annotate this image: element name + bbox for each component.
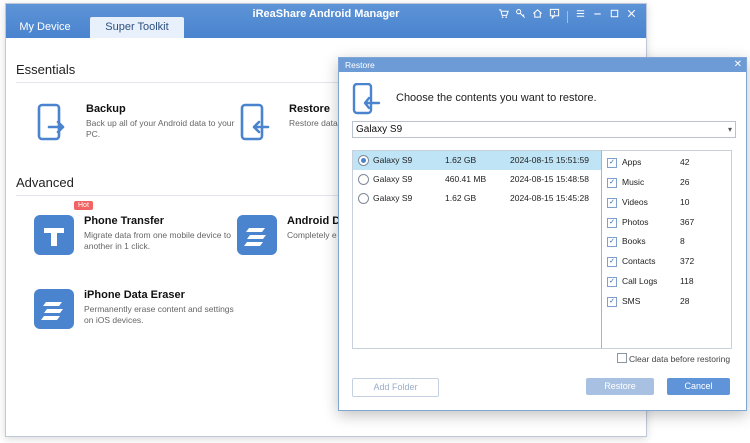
category-label: Apps xyxy=(622,157,642,167)
category-row[interactable]: ✓ Photos 367 xyxy=(602,212,731,232)
maximize-icon[interactable] xyxy=(606,8,623,25)
feedback-icon[interactable] xyxy=(546,8,563,25)
phone-transfer-desc: Migrate data from one mobile device to a… xyxy=(84,230,231,251)
iphone-data-eraser-desc: Permanently erase content and settings o… xyxy=(84,304,234,325)
backup-icon xyxy=(36,103,74,143)
phone-transfer-tool[interactable]: Hot Phone Transfer Migrate data from one… xyxy=(34,201,234,275)
category-row[interactable]: ✓ Apps 42 xyxy=(602,152,731,172)
backup-date: 2024-08-15 15:48:58 xyxy=(510,174,589,184)
dialog-title: Restore xyxy=(339,58,746,72)
category-checkbox[interactable]: ✓ xyxy=(607,218,617,228)
backup-radio[interactable] xyxy=(358,155,369,166)
backup-row[interactable]: Galaxy S9 1.62 GB 2024-08-15 15:45:28 xyxy=(353,189,602,208)
category-row[interactable]: ✓ Contacts 372 xyxy=(602,251,731,271)
backup-title: Backup xyxy=(86,103,126,115)
category-count: 118 xyxy=(680,276,694,286)
tab-super-toolkit[interactable]: Super Toolkit xyxy=(90,17,184,38)
category-count: 367 xyxy=(680,217,695,227)
clear-data-checkbox[interactable] xyxy=(617,353,627,363)
backup-row[interactable]: Galaxy S9 1.62 GB 2024-08-15 15:51:59 xyxy=(353,151,602,170)
backup-date: 2024-08-15 15:51:59 xyxy=(510,155,589,165)
backup-row[interactable]: Galaxy S9 460.41 MB 2024-08-15 15:48:58 xyxy=(353,170,602,189)
title-separator xyxy=(567,11,568,23)
backup-device: Galaxy S9 xyxy=(373,193,413,203)
backup-list: Galaxy S9 1.62 GB 2024-08-15 15:51:59 Ga… xyxy=(352,150,603,349)
iphone-data-eraser-title: iPhone Data Eraser xyxy=(84,289,185,301)
category-checkbox[interactable]: ✓ xyxy=(607,277,617,287)
tab-my-device[interactable]: My Device xyxy=(6,17,84,38)
category-row[interactable]: ✓ Call Logs 118 xyxy=(602,271,731,291)
category-count: 28 xyxy=(680,296,690,306)
phone-transfer-icon xyxy=(34,215,74,255)
backup-device: Galaxy S9 xyxy=(373,174,413,184)
backup-device: Galaxy S9 xyxy=(373,155,413,165)
category-row[interactable]: ✓ Books 8 xyxy=(602,231,731,251)
backup-size: 1.62 GB xyxy=(445,193,477,203)
category-count: 42 xyxy=(680,157,690,167)
restore-icon xyxy=(239,103,277,143)
backup-size: 460.41 MB xyxy=(445,174,487,184)
backup-date: 2024-08-15 15:45:28 xyxy=(510,193,589,203)
category-count: 372 xyxy=(680,256,695,266)
device-select-value: Galaxy S9 xyxy=(356,124,403,135)
device-select[interactable]: Galaxy S9 ▾ xyxy=(352,121,736,138)
category-checkbox[interactable]: ✓ xyxy=(607,297,617,307)
backup-tool[interactable]: Backup Back up all of your Android data … xyxy=(36,103,236,163)
category-checkbox[interactable]: ✓ xyxy=(607,257,617,267)
dialog-heading: Choose the contents you want to restore. xyxy=(396,92,597,104)
cancel-button[interactable]: Cancel xyxy=(667,378,730,395)
category-row[interactable]: ✓ Music 26 xyxy=(602,172,731,192)
backup-size: 1.62 GB xyxy=(445,155,477,165)
category-label: Call Logs xyxy=(622,276,658,286)
backup-desc: Back up all of your Android data to your… xyxy=(86,118,235,139)
cart-icon[interactable] xyxy=(495,8,512,25)
clear-data-option[interactable]: Clear data before restoring xyxy=(617,353,730,364)
title-icons xyxy=(495,8,640,25)
category-count: 8 xyxy=(680,236,685,246)
chevron-down-icon: ▾ xyxy=(727,125,732,134)
restore-title: Restore xyxy=(289,103,330,115)
home-icon[interactable] xyxy=(529,8,546,25)
hot-badge: Hot xyxy=(74,201,93,210)
advanced-heading: Advanced xyxy=(16,175,74,190)
category-count: 26 xyxy=(680,177,690,187)
category-checkbox[interactable]: ✓ xyxy=(607,237,617,247)
restore-dialog: Restore ✕ Choose the contents you want t… xyxy=(338,57,747,411)
menu-icon[interactable] xyxy=(572,8,589,25)
category-row[interactable]: ✓ Videos 10 xyxy=(602,192,731,212)
iphone-eraser-icon xyxy=(34,289,74,329)
iphone-data-eraser-tool[interactable]: iPhone Data Eraser Permanently erase con… xyxy=(34,289,234,349)
close-icon[interactable] xyxy=(623,8,640,25)
essentials-heading: Essentials xyxy=(16,62,76,77)
category-checkbox[interactable]: ✓ xyxy=(607,178,617,188)
backup-radio[interactable] xyxy=(358,174,369,185)
category-list: ✓ Apps 42 ✓ Music 26 ✓ Videos 10 ✓ Photo… xyxy=(601,150,732,349)
title-bar: iReaShare Android Manager My Device Supe… xyxy=(6,4,646,38)
category-row[interactable]: ✓ SMS 28 xyxy=(602,291,731,311)
category-count: 10 xyxy=(680,197,690,207)
android-eraser-icon xyxy=(237,215,277,255)
clear-data-label: Clear data before restoring xyxy=(629,354,731,364)
category-label: Videos xyxy=(622,197,648,207)
restore-button[interactable]: Restore xyxy=(586,378,654,395)
backup-radio[interactable] xyxy=(358,193,369,204)
category-checkbox[interactable]: ✓ xyxy=(607,198,617,208)
restore-heading-icon xyxy=(352,82,384,115)
add-folder-button[interactable]: Add Folder xyxy=(352,378,439,397)
dialog-close-icon[interactable]: ✕ xyxy=(734,58,742,72)
key-icon[interactable] xyxy=(512,8,529,25)
category-label: Books xyxy=(622,236,646,246)
category-checkbox[interactable]: ✓ xyxy=(607,158,617,168)
category-label: Contacts xyxy=(622,256,656,266)
phone-transfer-title: Phone Transfer xyxy=(84,215,165,227)
category-label: Music xyxy=(622,177,645,187)
minimize-icon[interactable] xyxy=(589,8,606,25)
category-label: Photos xyxy=(622,217,649,227)
category-label: SMS xyxy=(622,296,641,306)
